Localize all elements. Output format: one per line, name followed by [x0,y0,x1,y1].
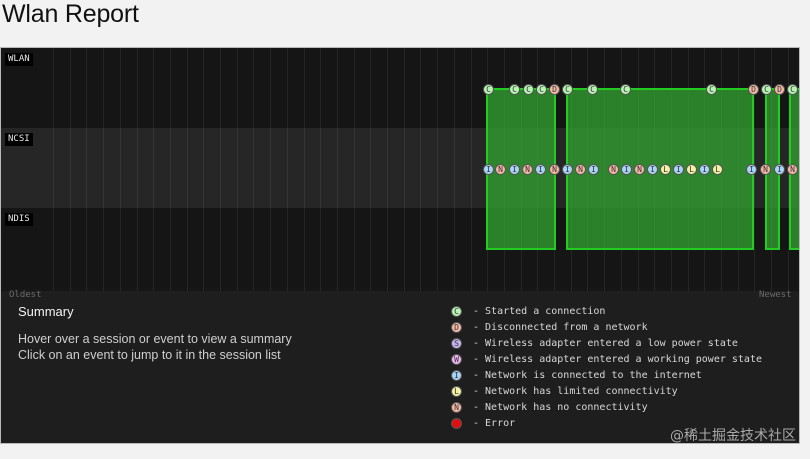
summary-title: Summary [18,304,74,319]
legend-marker-icon [451,417,462,429]
event-marker-n[interactable]: N [608,164,619,175]
event-marker-l[interactable]: L [686,164,697,175]
event-marker-i[interactable]: I [774,164,785,175]
event-marker-c[interactable]: C [587,84,598,95]
event-marker-i[interactable]: I [673,164,684,175]
event-marker-i[interactable]: I [699,164,710,175]
legend-item: I - Network is connected to the internet [451,368,702,382]
grid-line [236,48,238,291]
legend-text: - Network has no connectivity [473,401,648,413]
grid-line [353,48,355,291]
legend-item: W - Wireless adapter entered a working po… [451,352,762,366]
event-marker-c[interactable]: C [620,84,631,95]
legend-text: - Wireless adapter entered a working pow… [473,353,762,365]
event-marker-n[interactable]: N [575,164,586,175]
event-marker-n[interactable]: N [760,164,771,175]
grid-line [420,48,422,291]
event-marker-c[interactable]: C [509,84,520,95]
event-marker-i[interactable]: I [746,164,757,175]
grid-line [453,48,455,291]
event-marker-n[interactable]: N [495,164,506,175]
event-marker-n[interactable]: N [522,164,533,175]
legend-marker-icon: I [451,369,462,381]
grid-line [370,48,372,291]
legend-item: L - Network has limited connectivity [451,384,678,398]
event-marker-i[interactable]: I [535,164,546,175]
summary-hint-hover: Hover over a session or event to view a … [18,332,292,346]
event-marker-c[interactable]: C [761,84,772,95]
event-marker-c[interactable]: C [483,84,494,95]
legend-item: N - Network has no connectivity [451,400,648,414]
grid-line [403,48,405,291]
event-marker-l[interactable]: L [660,164,671,175]
legend-marker-icon: C [451,305,462,317]
axis-end-label: Newest [759,290,792,300]
legend-marker-icon: S [451,337,462,349]
legend-text: - Started a connection [473,305,606,317]
row-label-ncsi: NCSI [5,133,33,146]
event-marker-l[interactable]: L [712,164,723,175]
grid-line [437,48,439,291]
grid-line [119,48,121,291]
event-marker-c[interactable]: C [562,84,573,95]
grid-line [286,48,288,291]
session-timeline[interactable]: WLAN NCSI NDIS Oldest Newest CCCCDCCCCDC… [1,48,799,300]
legend-item: D - Disconnected from a network [451,320,648,334]
event-marker-c[interactable]: C [706,84,717,95]
legend-item: - Error [451,416,515,430]
event-marker-i[interactable]: I [621,164,632,175]
event-marker-i[interactable]: I [483,164,494,175]
event-marker-d[interactable]: D [549,84,560,95]
grid-line [136,48,138,291]
legend-text: - Network is connected to the internet [473,369,702,381]
event-marker-n[interactable]: N [549,164,560,175]
axis-start-label: Oldest [9,290,42,300]
grid-line [220,48,221,291]
grid-line [69,48,71,291]
legend-marker-icon: D [451,321,462,333]
grid-line [336,48,338,291]
legend-marker-icon: W [451,353,462,365]
report-panel: WLAN NCSI NDIS Oldest Newest CCCCDCCCCDC… [0,47,800,444]
grid-line [169,48,171,291]
event-marker-i[interactable]: I [647,164,658,175]
event-marker-i[interactable]: I [562,164,573,175]
event-marker-c[interactable]: C [787,84,798,95]
grid-line [53,48,54,291]
legend-text: - Network has limited connectivity [473,385,678,397]
grid-line [186,48,188,291]
grid-line [203,48,205,291]
legend-item: C - Started a connection [451,304,605,318]
legend-text: - Disconnected from a network [473,321,648,333]
event-marker-c[interactable]: C [536,84,547,95]
page-title: Wlan Report [2,0,139,28]
legend-text: - Error [473,417,516,429]
grid-line [320,48,322,291]
event-marker-n[interactable]: N [634,164,645,175]
event-marker-c[interactable]: C [523,84,534,95]
event-marker-i[interactable]: I [509,164,520,175]
event-marker-n[interactable]: N [787,164,798,175]
grid-line [253,48,255,291]
legend-marker-icon: N [451,401,462,413]
legend-text: - Wireless adapter entered a low power s… [473,337,738,349]
grid-line [153,48,155,291]
event-marker-i[interactable]: I [588,164,599,175]
watermark: @稀土掘金技术社区 [670,428,796,444]
grid-line [103,48,105,291]
legend-marker-icon: L [451,385,462,397]
row-label-wlan: WLAN [5,53,33,66]
grid-line [387,48,388,291]
grid-line [270,48,272,291]
legend-item: S - Wireless adapter entered a low power … [451,336,738,350]
row-label-ndis: NDIS [5,213,33,226]
grid-line [86,48,88,291]
grid-line [470,48,472,291]
grid-line [303,48,305,291]
event-marker-d[interactable]: D [748,84,759,95]
event-marker-d[interactable]: D [774,84,785,95]
summary-hint-click: Click on an event to jump to it in the s… [18,348,281,362]
